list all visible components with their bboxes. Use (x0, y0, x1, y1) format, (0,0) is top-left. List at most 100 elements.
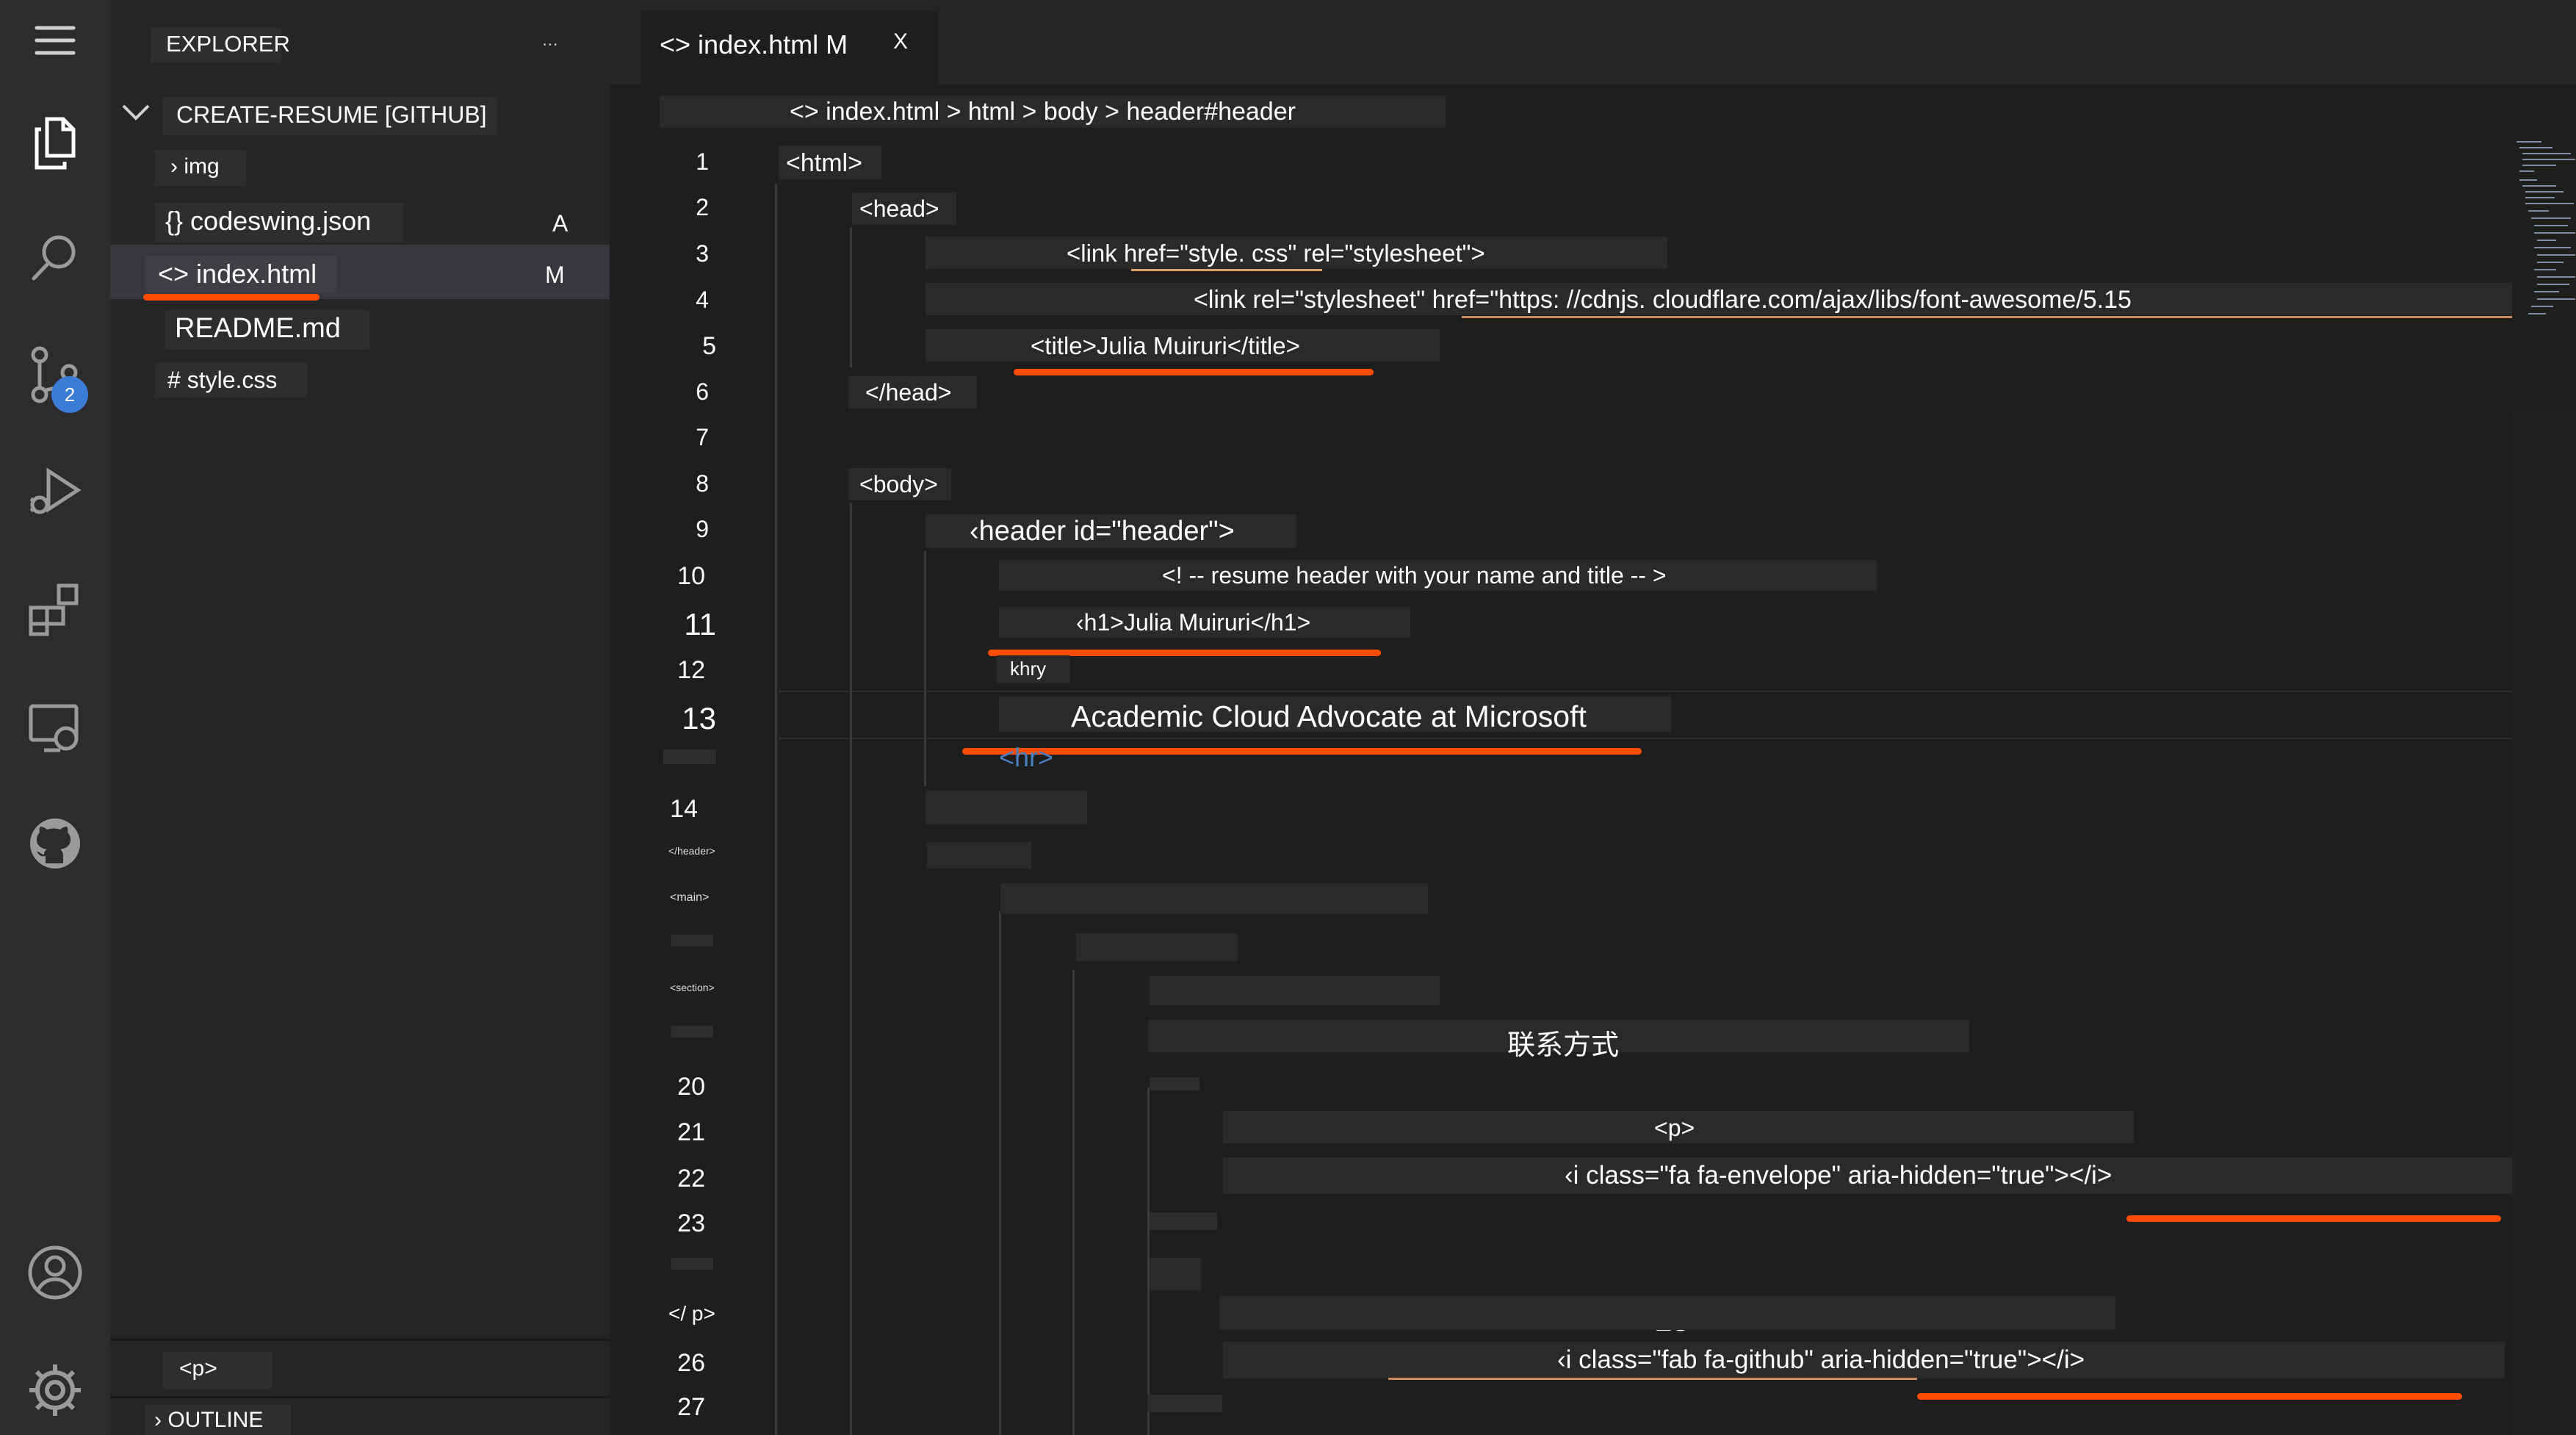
code-line-8[interactable]: <body> (859, 471, 938, 498)
remote-explorer-icon[interactable] (18, 691, 92, 764)
highlight-underline (962, 748, 1642, 755)
indent-guide (850, 228, 852, 367)
squiggle (1131, 269, 1322, 271)
squiggle (1462, 316, 2512, 318)
file-status-modified: M (545, 262, 565, 288)
code-marker (1147, 1395, 1222, 1412)
indent-guide (1072, 970, 1075, 1435)
gutter-marker (671, 1026, 713, 1037)
menu-icon[interactable] (18, 4, 92, 77)
activity-bar: 2 (0, 0, 110, 1435)
line-number: 8 (696, 470, 709, 497)
run-debug-icon[interactable] (18, 456, 92, 529)
code-line-11[interactable]: ‹h1>Julia Muiruri</h1> (1076, 609, 1310, 636)
line-number: 12 (677, 656, 705, 684)
code-line-github[interactable]: ‹i class="fab fa-github" aria-hidden="tr… (1557, 1345, 2085, 1375)
code-line-13[interactable]: Academic Cloud Advocate at Microsoft (1071, 699, 1587, 734)
code-line-contact[interactable]: 联系方式 (1507, 1022, 1619, 1062)
code-line-6[interactable]: </head> (865, 379, 951, 406)
explorer-title: EXPLORER (166, 31, 290, 57)
line-number: 22 (677, 1165, 705, 1193)
breadcrumb[interactable]: <> index.html > html > body > header#hea… (790, 98, 1296, 126)
line-number: 3 (696, 240, 709, 267)
settings-gear-icon[interactable] (18, 1353, 92, 1427)
sidebar-divider (110, 1339, 610, 1341)
line-number: 13 (682, 701, 716, 736)
highlight-underline (1014, 369, 1374, 375)
code-bg (1150, 1258, 1201, 1290)
line-number: 10 (677, 562, 705, 590)
line-number: 21 (677, 1118, 705, 1146)
gutter-marker (671, 935, 713, 946)
line-number: 6 (696, 378, 709, 405)
highlight-underline (1917, 1393, 2462, 1400)
gutter-snippet: </ p> (668, 1302, 715, 1325)
outline-p-item[interactable]: <p> (179, 1356, 217, 1381)
account-icon[interactable] (18, 1236, 92, 1309)
file-index-html[interactable]: <> index.html (158, 259, 317, 289)
code-line-12[interactable]: khry (1010, 658, 1046, 680)
gutter-marker (671, 1258, 713, 1270)
indent-guide (999, 911, 1001, 1435)
code-bg (926, 791, 1087, 824)
code-bg (1076, 933, 1238, 961)
highlight-underline (2126, 1215, 2501, 1222)
line-number: 1 (696, 148, 709, 175)
indent-guide (775, 184, 777, 1435)
line-number: 20 (677, 1073, 705, 1101)
code-marker (1150, 1077, 1199, 1090)
tab-label[interactable]: <> index.html M (660, 29, 848, 60)
line-number: 7 (696, 424, 709, 450)
code-line-3[interactable]: <link href="style. css" rel="stylesheet"… (1067, 240, 1485, 267)
line-number: 11 (684, 607, 716, 641)
code-marker (1150, 1212, 1217, 1230)
code-bg (1000, 883, 1428, 914)
explorer-files-icon[interactable] (18, 107, 92, 180)
outline-section-header[interactable]: › OUTLINE (154, 1408, 263, 1433)
highlight-underline (143, 294, 320, 301)
gutter-snippet: <main> (670, 891, 710, 904)
line-number: 26 (677, 1349, 705, 1377)
code-bg (1219, 1296, 2115, 1330)
tab-close-button[interactable]: X (893, 29, 908, 54)
collapsed-line-marker (663, 749, 716, 764)
sidebar-divider-2 (110, 1396, 610, 1398)
squiggle (1388, 1378, 1917, 1380)
file-style-css[interactable]: # style.css (167, 367, 277, 394)
indent-guide (924, 551, 926, 786)
github-icon[interactable] (18, 807, 92, 880)
line-number: 5 (702, 332, 716, 360)
editor-scrollbar[interactable] (2512, 411, 2576, 1435)
code-line-envelope[interactable]: ‹i class="fa fa-envelope" aria-hidden="t… (1565, 1161, 2112, 1190)
file-status-added: A (552, 210, 569, 237)
line-number: 2 (696, 194, 709, 220)
minimap[interactable] (2512, 136, 2576, 408)
explorer-more-actions[interactable]: ... (542, 28, 558, 51)
line-number: 27 (677, 1393, 705, 1421)
code-bg (1150, 976, 1440, 1005)
source-control-badge: 2 (51, 376, 88, 413)
gutter-snippet: <section> (670, 982, 715, 993)
folder-img[interactable]: › img (170, 154, 220, 179)
code-line-9[interactable]: ‹header id="header"> (970, 516, 1235, 547)
extensions-icon[interactable] (18, 573, 92, 647)
code-line-p[interactable]: <p> (1654, 1115, 1695, 1142)
line-number: 4 (696, 287, 709, 313)
line-number: 9 (696, 516, 709, 542)
chevron-down-icon[interactable] (118, 96, 154, 132)
indent-guide (850, 503, 852, 1435)
repo-folder[interactable]: CREATE-RESUME [GITHUB] (176, 101, 487, 129)
code-line-5[interactable]: <title>Julia Muiruri</title> (1031, 332, 1300, 360)
code-line-hr[interactable]: <hr> (999, 742, 1053, 773)
file-readme-md[interactable]: README.md (175, 313, 341, 345)
line-number: 23 (677, 1209, 705, 1237)
code-line-1[interactable]: <html> (786, 149, 862, 178)
code-line-4[interactable]: <link rel="stylesheet" href="https: //cd… (1194, 286, 2132, 314)
file-codeswing-json[interactable]: {} codeswing.json (165, 206, 371, 237)
search-icon[interactable] (18, 220, 92, 294)
code-bg (927, 842, 1031, 868)
line-number: 14 (670, 795, 698, 823)
code-line-10[interactable]: <! -- resume header with your name and t… (1162, 562, 1667, 589)
code-line-2[interactable]: <head> (859, 195, 939, 223)
gutter-snippet: </header> (668, 845, 715, 857)
